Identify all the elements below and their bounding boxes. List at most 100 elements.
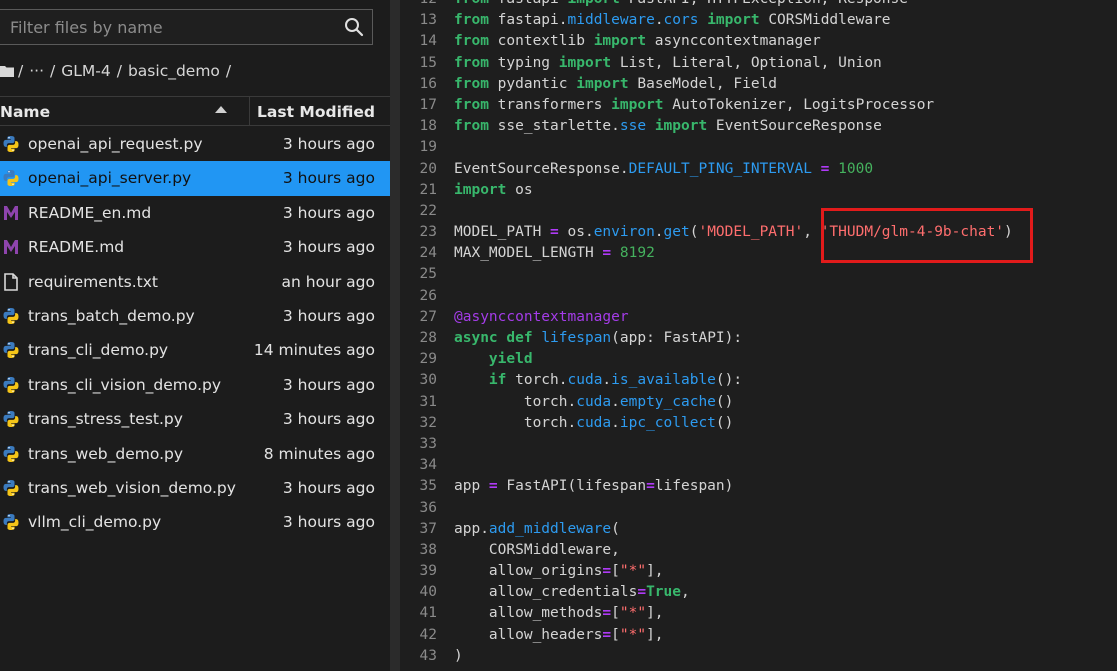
code-token: 1000 (838, 160, 874, 177)
line-number: 17 (419, 96, 437, 113)
line-number: 32 (419, 414, 437, 431)
file-row[interactable]: README.md 3 hours ago (0, 230, 390, 264)
file-row[interactable]: trans_batch_demo.py 3 hours ago (0, 299, 390, 333)
code-line: 42 allow_headers=["*"], (400, 625, 1117, 646)
code-token: pydantic (488, 75, 577, 92)
line-number: 31 (419, 393, 437, 410)
file-list-header: Name Last Modified (0, 96, 390, 126)
code-token: torch. (506, 372, 568, 389)
code-text: import os (454, 180, 533, 201)
code-line: 36 (400, 498, 1117, 519)
line-number: 30 (419, 372, 437, 389)
code-token: "*" (619, 605, 647, 622)
code-token: app (454, 478, 489, 495)
column-header-last-modified[interactable]: Last Modified (257, 97, 375, 125)
code-editor[interactable]: 12 from fastapi import FastAPI, HTTPExcep… (400, 0, 1117, 671)
line-number: 26 (419, 287, 437, 304)
code-token: DEFAULT_PING_INTERVAL (628, 160, 812, 177)
code-text: app = FastAPI(lifespan=lifespan) (454, 476, 733, 497)
file-row[interactable]: vllm_cli_demo.py 3 hours ago (0, 505, 390, 539)
breadcrumb-trailing-separator: / (225, 62, 232, 80)
code-token: import (558, 54, 612, 71)
code-token: get (663, 224, 690, 241)
file-row[interactable]: trans_stress_test.py 3 hours ago (0, 402, 390, 436)
highlight-annotation-box (821, 208, 1033, 263)
folder-icon[interactable] (0, 65, 14, 77)
code-line: 40 allow_credentials=True, (400, 582, 1117, 603)
code-token: lifespan (541, 330, 612, 346)
code-token: allow_credentials (454, 584, 638, 601)
file-row[interactable]: openai_api_server.py 3 hours ago (0, 161, 390, 196)
python-icon (2, 169, 20, 187)
code-text: from pydantic import BaseModel, Field (454, 74, 777, 95)
file-name: trans_web_vision_demo.py (28, 478, 236, 497)
code-text: app.add_middleware( (454, 519, 620, 540)
line-number: 14 (419, 33, 437, 50)
code-token: import (593, 33, 647, 50)
code-token: import (454, 181, 507, 198)
sort-ascending-icon[interactable] (215, 106, 227, 113)
file-row[interactable]: openai_api_request.py 3 hours ago (0, 127, 390, 161)
code-token: . (602, 372, 612, 389)
line-number: 15 (419, 54, 437, 71)
breadcrumb-folder-glm4[interactable]: GLM-4 (61, 62, 110, 80)
code-text: @asynccontextmanager (454, 307, 629, 328)
file-modified: 3 hours ago (282, 513, 375, 532)
code-text: allow_headers=["*"], (454, 625, 664, 646)
file-name: trans_cli_vision_demo.py (28, 375, 222, 394)
file-row[interactable]: trans_web_vision_demo.py 3 hours ago (0, 471, 390, 505)
code-token: [ (611, 626, 620, 643)
code-token: sse_starlette. (488, 118, 620, 135)
code-token: ipc_collect (619, 414, 716, 431)
code-line: 41 allow_methods=["*"], (400, 603, 1117, 624)
file-row[interactable]: README_en.md 3 hours ago (0, 196, 390, 230)
breadcrumb-folder-basic-demo[interactable]: basic_demo (128, 62, 220, 80)
code-token: cuda (576, 393, 612, 410)
code-text: MAX_MODEL_LENGTH = 8192 (454, 243, 655, 264)
line-number: 19 (419, 139, 437, 156)
code-line: 39 allow_origins=["*"], (400, 561, 1117, 582)
code-token: MAX_MODEL_LENGTH (454, 245, 603, 262)
line-number: 22 (419, 202, 437, 219)
code-token: , (803, 224, 821, 241)
code-token: contextlib (488, 33, 594, 50)
code-token: 8192 (619, 245, 655, 262)
line-number: 29 (419, 351, 437, 368)
file-row[interactable]: trans_web_demo.py 8 minutes ago (0, 437, 390, 471)
code-line: 37 app.add_middleware( (400, 519, 1117, 540)
breadcrumb-root[interactable]: / (18, 62, 23, 80)
code-token: MODEL_PATH (454, 224, 551, 241)
code-token: () (715, 414, 734, 431)
code-token: CORSMiddleware, (454, 541, 620, 558)
file-modified: 3 hours ago (282, 306, 375, 325)
panel-divider[interactable] (390, 0, 400, 671)
code-token: (): (715, 372, 743, 389)
code-token: = (488, 478, 498, 495)
filter-box (0, 9, 373, 45)
code-token: allow_methods (454, 605, 603, 622)
code-token: ], (646, 563, 664, 580)
file-row[interactable]: requirements.txt an hour ago (0, 265, 390, 299)
code-token: cuda (576, 414, 612, 431)
breadcrumb-ellipsis[interactable]: ··· (29, 62, 44, 80)
code-token: from (454, 12, 489, 29)
line-number: 18 (419, 118, 437, 135)
file-name: requirements.txt (28, 272, 158, 291)
code-token: empty_cache (619, 393, 716, 410)
code-token: os (506, 181, 533, 198)
file-row[interactable]: trans_cli_demo.py 14 minutes ago (0, 333, 390, 367)
file-row[interactable]: trans_cli_vision_demo.py 3 hours ago (0, 368, 390, 402)
column-header-name[interactable]: Name (0, 97, 250, 125)
code-token: is_available (611, 372, 716, 389)
filter-input[interactable] (10, 10, 330, 44)
breadcrumb-separator: / (50, 62, 56, 80)
line-number: 23 (419, 224, 437, 241)
file-list: openai_api_request.py 3 hours ago openai_a… (0, 127, 390, 540)
search-icon[interactable] (344, 17, 364, 37)
code-line: 38 CORSMiddleware, (400, 540, 1117, 561)
code-token: EventSourceResponse (707, 118, 882, 135)
code-token: app. (454, 520, 489, 537)
code-token: AutoTokenizer, LogitsProcessor (663, 96, 935, 113)
line-number: 21 (419, 181, 437, 198)
